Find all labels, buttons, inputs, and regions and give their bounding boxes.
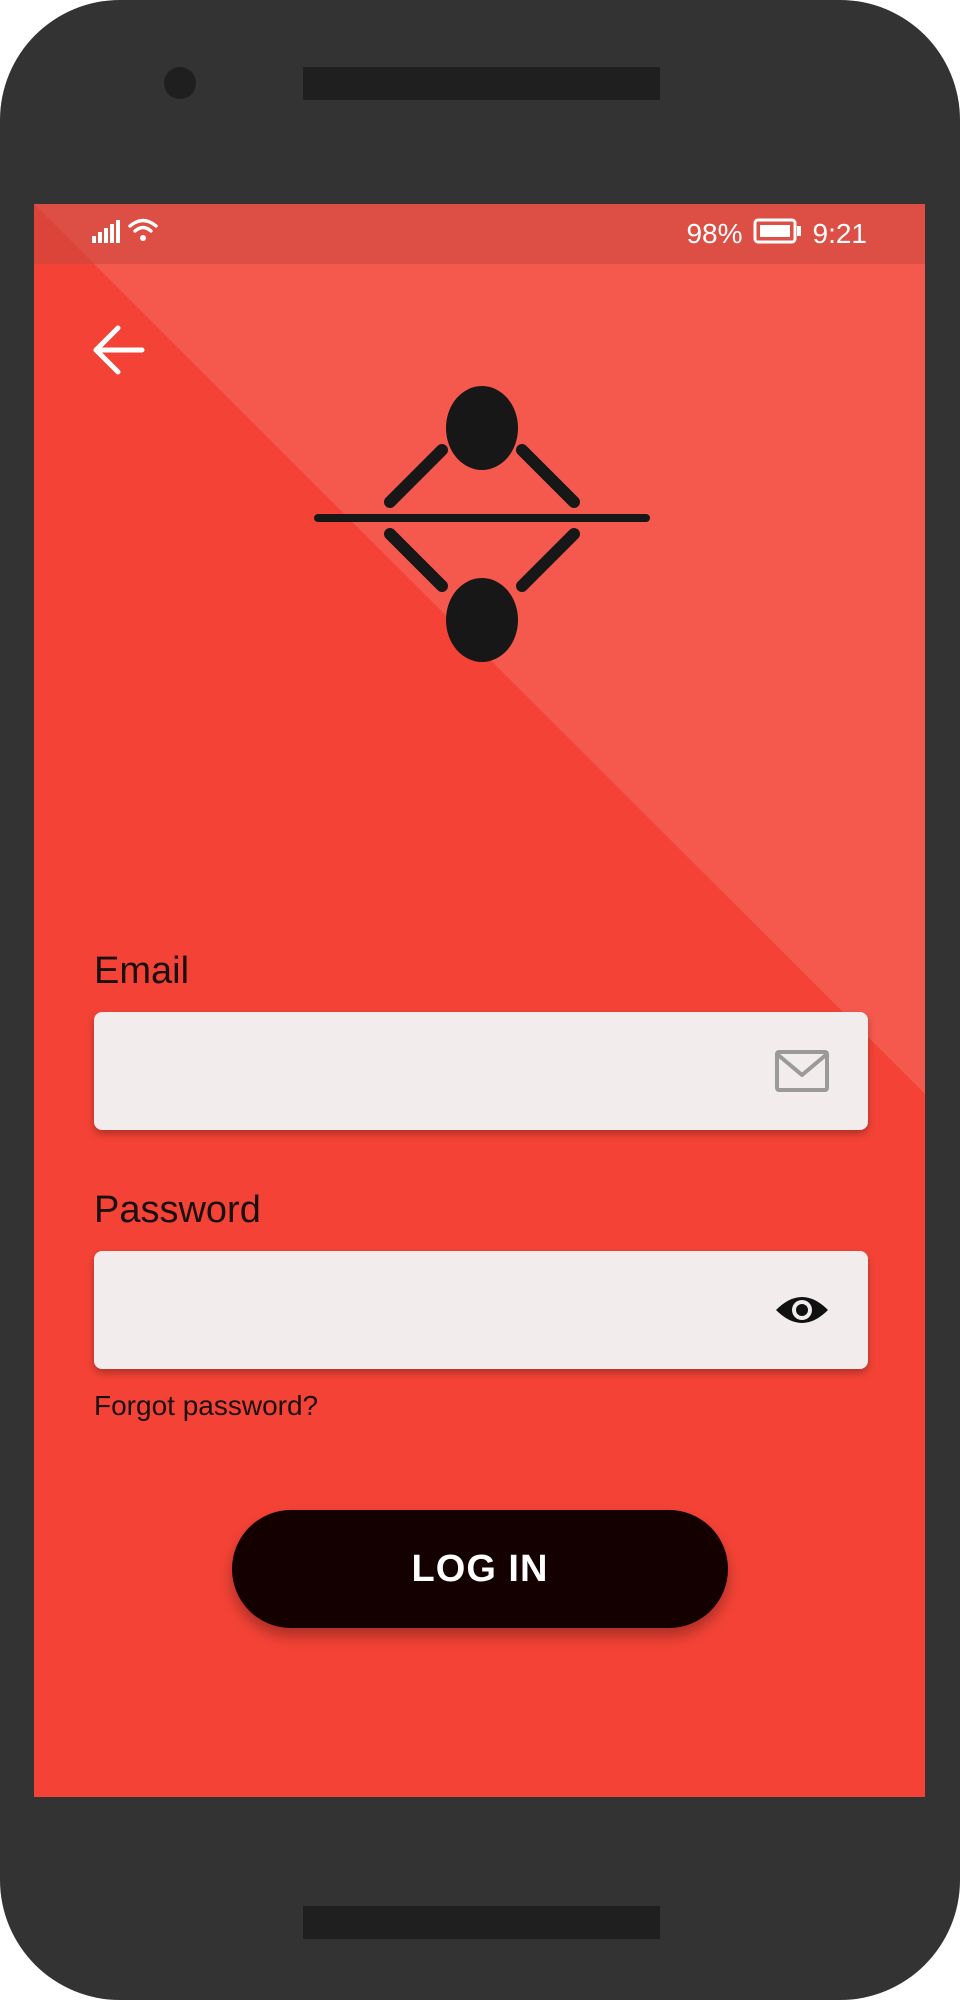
earpiece-speaker — [303, 67, 660, 100]
envelope-icon — [774, 1043, 830, 1099]
password-label: Password — [94, 1189, 261, 1231]
password-field[interactable] — [94, 1251, 774, 1369]
email-field[interactable] — [94, 1012, 774, 1130]
phone-frame: 98% 9:21 Email Password Forgot password?… — [0, 0, 960, 2000]
status-right: 98% 9:21 — [686, 216, 867, 252]
email-field-container — [94, 1012, 868, 1130]
back-button[interactable] — [90, 322, 146, 378]
email-label: Email — [94, 950, 190, 992]
login-button[interactable]: LOG IN — [232, 1510, 728, 1628]
front-camera — [164, 67, 196, 99]
battery-icon — [753, 218, 803, 251]
status-left-icons — [92, 217, 158, 248]
status-bar: 98% 9:21 — [34, 204, 925, 264]
eye-icon[interactable] — [774, 1282, 830, 1338]
wifi-icon — [128, 217, 158, 248]
arrow-left-icon — [93, 325, 145, 375]
forgot-password-link[interactable]: Forgot password? — [94, 1390, 318, 1422]
app-logo-icon — [314, 386, 650, 662]
cellular-signal-icon — [92, 219, 120, 248]
battery-percent: 98% — [686, 218, 743, 249]
app-screen: 98% 9:21 Email Password Forgot password?… — [34, 204, 925, 1797]
bottom-speaker — [303, 1906, 660, 1939]
password-field-container — [94, 1251, 868, 1369]
clock-time: 9:21 — [812, 218, 868, 249]
